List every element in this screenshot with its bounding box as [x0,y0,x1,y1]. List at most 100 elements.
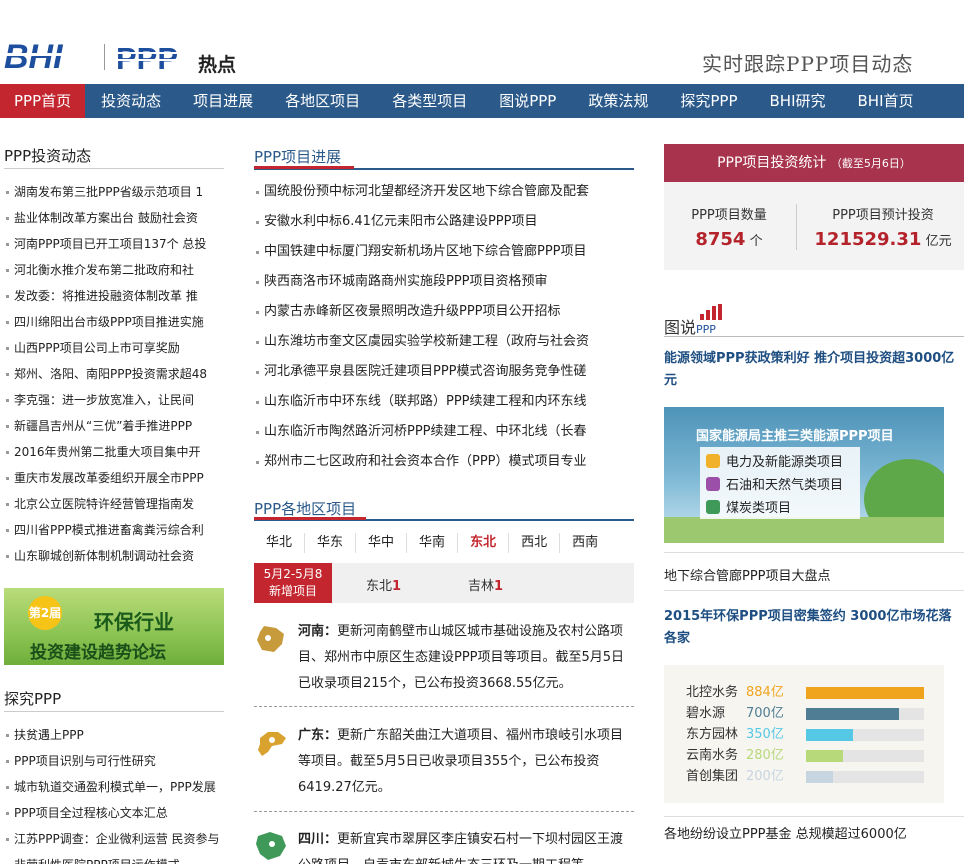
region-tab-huabei[interactable]: 华北 [254,533,306,553]
sichuan-map-icon [254,830,288,862]
forum-badge: 第2届 [28,596,62,630]
list-item[interactable]: 李克强：进一步放宽准入，让民间 [4,387,224,413]
divider [796,204,797,250]
list-item[interactable]: 郑州、洛阳、南阳PPP投资需求超48 [4,361,224,387]
energy-list: 电力及新能源类项目 石油和天然气类项目 煤炭类项目 [700,447,860,519]
nav-ppp-home[interactable]: PPP首页 [0,84,86,118]
list-item[interactable]: 城市轨道交通盈利模式单一，PPP发展 [4,774,224,800]
list-item[interactable]: 山东临沂市陶然路沂河桥PPP续建工程、中环北线（长春 [254,417,634,447]
list-item[interactable]: 国统股份预中标河北望都经济开发区地下综合管廊及配套 [254,177,634,207]
guangdong-map-icon [254,728,288,758]
energy-item-text: 电力及新能源类项目 [726,455,844,470]
divider [664,552,964,553]
list-item[interactable]: 北京公立医院特许经营管理指南发 [4,491,224,517]
bar-value-label: 700亿 [746,706,784,721]
list-item[interactable]: 江苏PPP调查：企业微利运营 民资参与 [4,826,224,852]
list-item[interactable]: 山西PPP项目公司上市可享奖励 [4,335,224,361]
new-projects-label: 5月2-5月8 新增项目 [254,563,332,603]
nav-bhi-research[interactable]: BHI研究 [754,84,842,118]
list-item[interactable]: 河北承德平泉县医院迁建项目PPP模式咨询服务竞争性磋 [254,357,634,387]
ppp-logo-icon: PPP [116,41,190,76]
new-count-dongbei[interactable]: 东北1 [366,575,401,594]
news-sichuan[interactable]: 四川：更新宜宾市翠屏区李庄镇安石村一下坝村园区王渡公路项目、自贡市东部新城生态三… [298,827,636,864]
divider [254,811,634,812]
region-tabs: 华北 华东 华中 华南 东北 西北 西南 [254,533,610,553]
env-bar-chart: 北控水务 884亿 碧水源 700亿 东方园林 350亿 云南水务 280亿 首创集团 200亿 [664,665,944,803]
bars-icon [700,304,722,320]
pipe-gallery-link[interactable]: 地下综合管廊PPP项目大盘点 [664,565,831,584]
bar-fill [806,771,833,783]
list-item[interactable]: 重庆市发展改革委组织开展全市PPP [4,465,224,491]
count-value: 1 [494,579,504,594]
count-value: 1 [392,579,402,594]
list-item[interactable]: 中国铁建中标厦门翔安新机场片区地下综合管廊PPP项目 [254,237,634,267]
list-item[interactable]: 四川省PPP模式推进畜禽粪污综合利 [4,517,224,543]
list-item[interactable]: 2016年贵州第二批重大项目集中开 [4,439,224,465]
list-item[interactable]: 山东潍坊市奎文区虞园实验学校新建工程（政府与社会资 [254,327,634,357]
nav-project-progress[interactable]: 项目进展 [177,84,269,118]
bar-name: 云南水务 [686,748,739,763]
region-tab-xinan[interactable]: 西南 [560,533,610,553]
svg-text:PPP: PPP [116,42,178,72]
new-count-jilin[interactable]: 吉林1 [468,575,503,594]
list-item[interactable]: 非营利性医院PPP项目运作模式 [4,852,224,864]
ppp-fund-link[interactable]: 各地纷纷设立PPP基金 总规模超过6000亿 [664,823,907,842]
nav-policy[interactable]: 政策法规 [572,84,664,118]
list-item[interactable]: PPP项目识别与可行性研究 [4,748,224,774]
list-item[interactable]: 安徽水利中标6.41亿元耒阳市公路建设PPP项目 [254,207,634,237]
list-item[interactable]: 四川绵阳出台市级PPP项目推进实施 [4,309,224,335]
region-title[interactable]: PPP各地区项目 [254,498,356,519]
region-tab-huadong[interactable]: 华东 [305,533,357,553]
title-underline [254,166,354,169]
energy-graphic[interactable]: 国家能源局主推三类能源PPP项目 电力及新能源类项目 石油和天然气类项目 煤炭类… [664,407,944,543]
slogan: 实时跟踪PPP项目动态 [702,52,914,76]
region-tab-huanan[interactable]: 华南 [407,533,459,553]
list-item[interactable]: 山东聊城创新体制机制调动社会资 [4,543,224,569]
invest-news-title[interactable]: PPP投资动态 [4,145,91,166]
project-count: PPP项目数量 8754 个 [676,204,782,250]
list-item[interactable]: 新疆昌吉州从“三优”着手推进PPP [4,413,224,439]
energy-headline[interactable]: 能源领域PPP获政策利好 推介项目投资超3000亿元 [664,348,960,392]
bhi-logo[interactable]: BHI [4,38,96,76]
stat-header: PPP项目投资统计 （截至5月6日） [664,144,964,182]
region-tab-xibei[interactable]: 西北 [509,533,561,553]
list-item[interactable]: 发改委：将推进投融资体制改革 推 [4,283,224,309]
ppp-logo[interactable]: PPP [116,41,190,76]
list-item[interactable]: 陕西商洛市环城南路商州实施段PPP项目资格预审 [254,267,634,297]
list-item[interactable]: 郑州市二七区政府和社会资本合作（PPP）模式项目专业 [254,447,634,477]
list-item[interactable]: 河北衡水推介发布第二批政府和社 [4,257,224,283]
stat-box: PPP项目数量 8754 个 PPP项目预计投资 121529.31 亿元 [664,182,964,270]
new-projects-bar: 5月2-5月8 新增项目 东北1 吉林1 [254,563,634,603]
nav-bhi-home[interactable]: BHI首页 [842,84,930,118]
bar-value-label: 200亿 [746,769,784,784]
region-tab-dongbei[interactable]: 东北 [458,533,510,553]
bar-row: 北控水务 884亿 [686,683,924,703]
list-item[interactable]: 内蒙古赤峰新区夜景照明改造升级PPP项目公开招标 [254,297,634,327]
news-province: 广东： [298,728,338,743]
progress-title[interactable]: PPP项目进展 [254,146,341,167]
list-item[interactable]: PPP项目全过程核心文本汇总 [4,800,224,826]
bar-value-label: 350亿 [746,727,784,742]
news-text: 更新宜宾市翠屏区李庄镇安石村一下坝村园区王渡公路项目、自贡市东部新城生态三环及一… [298,832,624,864]
list-item[interactable]: 扶贫遇上PPP [4,722,224,748]
stat-title: PPP项目投资统计 [717,155,827,171]
region-tab-huazhong[interactable]: 华中 [356,533,408,553]
forum-banner[interactable]: 第2届 环保行业 投资建设趋势论坛 [4,588,224,665]
news-guangdong[interactable]: 广东：更新广东韶关曲江大道项目、福州市琅岐引水项目等项目。截至5月5日已收录项目… [298,723,636,801]
list-item[interactable]: 盐业体制改革方案出台 鼓励社会资 [4,205,224,231]
explore-title[interactable]: 探究PPP [4,688,61,709]
bar-value-label: 280亿 [746,748,784,763]
bar-row: 云南水务 280亿 [686,746,924,766]
news-henan[interactable]: 河南：更新河南鹤壁市山城区城市基础设施及农村公路项目、郑州市中原区生态建设PPP… [298,619,636,697]
list-item[interactable]: 湖南发布第三批PPP省级示范项目 1 [4,179,224,205]
nav-regional-projects[interactable]: 各地区项目 [269,84,376,118]
list-item[interactable]: 山东临沂市中环东线（联邦路）PPP续建工程和内环东线 [254,387,634,417]
list-item[interactable]: 河南PPP项目已开工项目137个 总投 [4,231,224,257]
nav-ppp-graphics[interactable]: 图说PPP [483,84,572,118]
energy-item: 石油和天然气类项目 [706,474,843,493]
env-headline[interactable]: 2015年环保PPP项目密集签约 3000亿市场花落各家 [664,606,964,650]
nav-project-types[interactable]: 各类型项目 [376,84,483,118]
divider [664,590,964,591]
nav-invest-news[interactable]: 投资动态 [85,84,177,118]
nav-explore[interactable]: 探究PPP [664,84,753,118]
